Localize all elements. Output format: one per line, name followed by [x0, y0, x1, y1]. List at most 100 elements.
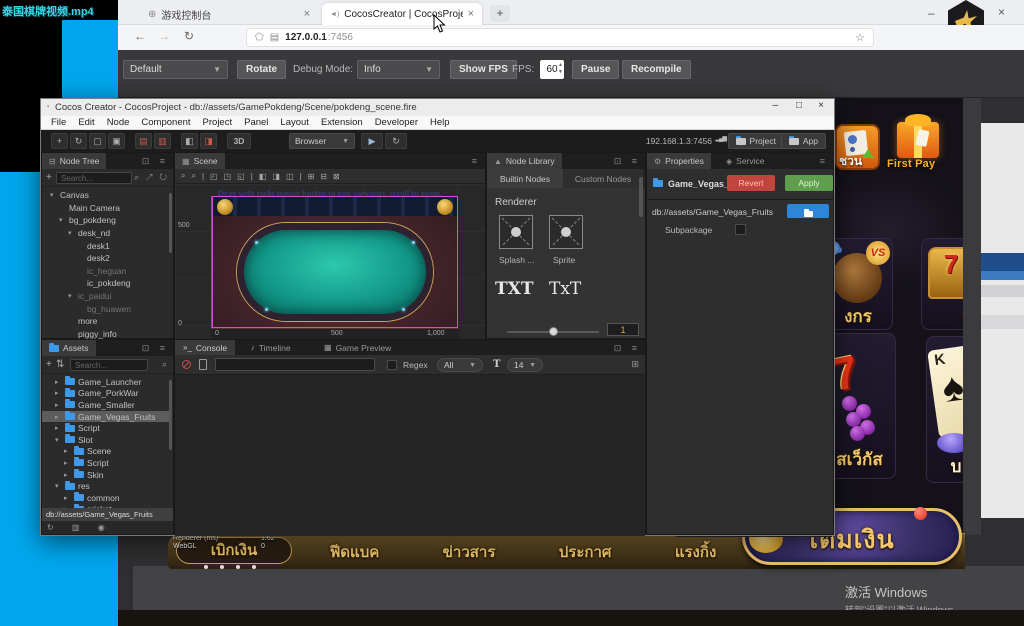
- expand-arrow-icon[interactable]: ▾: [55, 482, 62, 490]
- reload-icon[interactable]: ↻: [184, 29, 194, 43]
- revert-button[interactable]: Revert: [727, 175, 775, 191]
- show-fps-button[interactable]: Show FPS: [450, 60, 517, 79]
- rotate-tool-icon[interactable]: ↻: [70, 133, 87, 149]
- fps-input[interactable]: 60 ▲▼: [540, 60, 564, 79]
- expand-arrow-icon[interactable]: ▾: [50, 191, 57, 199]
- browser-close-button[interactable]: ×: [998, 5, 1005, 19]
- panel-menu-icon[interactable]: ≡: [472, 156, 481, 166]
- local-toggle-icon[interactable]: ◧: [181, 133, 198, 149]
- assets-tab[interactable]: Assets: [42, 340, 96, 356]
- asset-item[interactable]: ▸Skin: [42, 469, 171, 481]
- asset-item[interactable]: ▸Game_PorkWar: [42, 388, 171, 400]
- asset-item[interactable]: ▾Slot: [42, 434, 171, 446]
- scene-viewport[interactable]: Drag with right mouse button to pan view…: [175, 184, 485, 340]
- maximize-button[interactable]: □: [796, 100, 802, 111]
- 3d-toggle-button[interactable]: 3D: [227, 133, 251, 149]
- node-tree-item[interactable]: ▾ic_paidui: [42, 290, 171, 303]
- menu-node[interactable]: Node: [101, 117, 136, 128]
- node-tree-tab[interactable]: ⊟ Node Tree: [42, 153, 106, 169]
- panel-menu-icon[interactable]: ≡: [820, 156, 829, 166]
- open-app-button[interactable]: App: [781, 133, 826, 149]
- align-icon[interactable]: ◱: [237, 172, 245, 181]
- search-icon[interactable]: ⌕: [162, 359, 169, 370]
- scale-tool-icon[interactable]: ▢: [89, 133, 106, 149]
- node-search-input[interactable]: [56, 172, 132, 184]
- asset-item[interactable]: ▸Game_Smaller: [42, 399, 171, 411]
- browser-tab-cocoscreator[interactable]: ◄) CocosCreator | CocosProject ×: [322, 3, 482, 25]
- search-tools-icons[interactable]: ⌕ ↗ ↻: [134, 172, 169, 183]
- browser-tab-game-console[interactable]: ⊕ 游戏控制台 ×: [140, 3, 318, 25]
- service-tab[interactable]: ◈ Service: [719, 153, 772, 169]
- expand-arrow-icon[interactable]: ▸: [55, 413, 62, 421]
- expand-arrow-icon[interactable]: ▸: [55, 401, 62, 409]
- recompile-button[interactable]: Recompile: [622, 60, 691, 79]
- scrollbar[interactable]: [169, 193, 172, 253]
- console-tab-game-preview[interactable]: ▦Game Preview: [316, 340, 399, 355]
- new-tab-button[interactable]: +: [490, 5, 510, 22]
- add-asset-icon[interactable]: +: [46, 359, 52, 370]
- pivot-toggle-icon[interactable]: ▤: [135, 133, 152, 149]
- console-log-area[interactable]: [175, 375, 645, 536]
- assets-footer-icons[interactable]: ↻ ▥ ◉: [42, 521, 173, 534]
- font-size-select[interactable]: 14▼: [507, 358, 543, 372]
- spinner-arrows-icon[interactable]: ▲▼: [558, 62, 563, 76]
- shield-icon[interactable]: ⬠: [255, 32, 264, 43]
- expand-arrow-icon[interactable]: ▸: [64, 471, 71, 479]
- locate-asset-button[interactable]: [787, 204, 829, 218]
- menu-extension[interactable]: Extension: [315, 117, 369, 128]
- align-icon[interactable]: ◧: [259, 172, 267, 181]
- game-menu-item[interactable]: ฟีดแบค: [330, 540, 380, 564]
- expand-arrow-icon[interactable]: ▸: [55, 389, 62, 397]
- menu-project[interactable]: Project: [197, 117, 239, 128]
- collapse-icon[interactable]: ⊞: [631, 359, 639, 370]
- first-pay-gift-icon[interactable]: [897, 122, 939, 158]
- console-tab-timeline[interactable]: ♪Timeline: [243, 340, 299, 355]
- node-library-tab[interactable]: ▲ Node Library: [487, 153, 562, 169]
- node-tree-item[interactable]: Main Camera: [42, 202, 171, 215]
- expand-arrow-icon[interactable]: ▾: [68, 292, 75, 300]
- expand-arrow-icon[interactable]: ▸: [64, 494, 71, 502]
- panel-menu-icons[interactable]: ⊡ ≡: [142, 343, 169, 354]
- game-tile-cards[interactable]: K ♠ บ: [926, 336, 963, 483]
- sort-icon[interactable]: ⇅: [56, 359, 64, 370]
- debug-select[interactable]: Info▼: [357, 60, 440, 79]
- zoom-slider-knob[interactable]: [549, 327, 558, 336]
- scrollbar[interactable]: [639, 177, 643, 217]
- asset-item[interactable]: ▸Game_Vegas_Fruits: [42, 411, 171, 423]
- asset-item[interactable]: ▾res: [42, 480, 171, 492]
- game-menu-item[interactable]: แรงกิ้ง: [675, 540, 716, 564]
- expand-arrow-icon[interactable]: ▸: [64, 447, 71, 455]
- preview-target-select[interactable]: Browser▼: [289, 133, 355, 149]
- node-tree-item[interactable]: ic_pokdeng: [42, 277, 171, 290]
- move-tool-icon[interactable]: +: [51, 133, 68, 149]
- expand-arrow-icon[interactable]: ▸: [55, 378, 62, 386]
- asset-item[interactable]: ▸Scene: [42, 446, 171, 458]
- node-tree-item[interactable]: bg_huawen: [42, 302, 171, 315]
- regex-checkbox[interactable]: [387, 360, 397, 370]
- bookmark-star-icon[interactable]: ☆: [855, 31, 865, 44]
- global-toggle-icon[interactable]: ◨: [200, 133, 217, 149]
- apply-button[interactable]: Apply: [785, 175, 833, 191]
- align-icon[interactable]: ◫: [286, 172, 294, 181]
- game-menu-item[interactable]: ประกาศ: [559, 540, 612, 564]
- menu-panel[interactable]: Panel: [238, 117, 274, 128]
- console-tab-console[interactable]: »_Console: [175, 340, 235, 355]
- menu-developer[interactable]: Developer: [369, 117, 424, 128]
- node-tree-item[interactable]: desk1: [42, 239, 171, 252]
- close-button[interactable]: ×: [818, 100, 824, 111]
- menu-help[interactable]: Help: [424, 117, 456, 128]
- align-icon[interactable]: ⊟: [320, 172, 327, 181]
- tab-close-icon[interactable]: ×: [468, 8, 474, 20]
- rect-tool-icon[interactable]: ▣: [108, 133, 125, 149]
- expand-arrow-icon[interactable]: ▸: [64, 459, 71, 467]
- expand-arrow-icon[interactable]: ▾: [59, 216, 66, 224]
- panel-menu-icons[interactable]: ⊡ ≡: [614, 156, 641, 167]
- video-progress-strip[interactable]: [118, 610, 1024, 626]
- refresh-button[interactable]: ↻: [385, 133, 407, 149]
- forward-icon[interactable]: →: [158, 29, 170, 43]
- builtin-nodes-tab[interactable]: Builtin Nodes: [487, 169, 563, 188]
- game-tile-slot[interactable]: 7 ส: [921, 238, 963, 330]
- log-level-select[interactable]: All▼: [437, 358, 483, 372]
- node-tree-item[interactable]: ic_heguan: [42, 265, 171, 278]
- asset-item[interactable]: ▸common: [42, 492, 171, 504]
